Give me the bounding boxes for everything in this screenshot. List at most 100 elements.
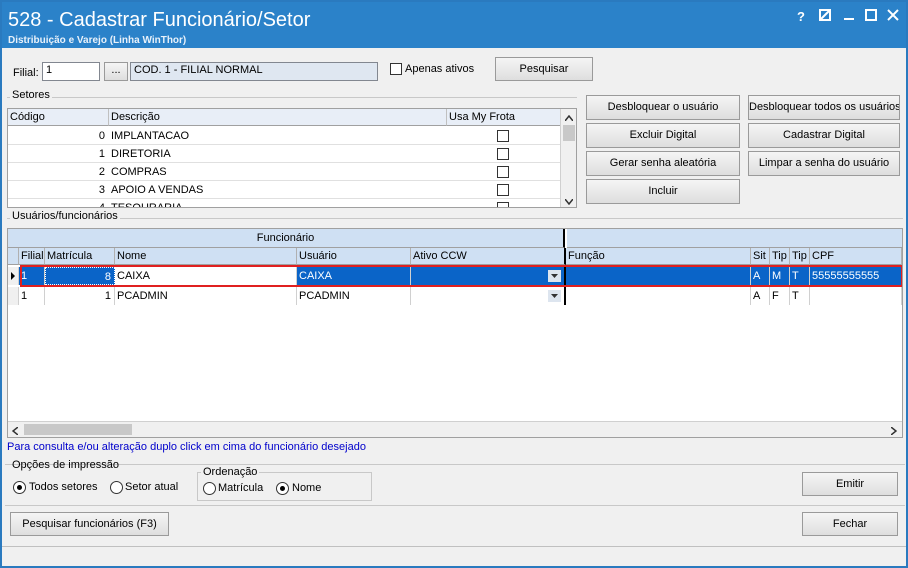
maximize-icon[interactable]	[862, 8, 880, 26]
cell-usuario: PCADMIN	[297, 287, 411, 305]
col-descricao[interactable]: Descrição	[109, 109, 447, 126]
row-indicator-icon	[8, 267, 19, 285]
incluir-button[interactable]: Incluir	[586, 179, 740, 204]
cell-tip1: F	[770, 287, 790, 305]
fechar-button[interactable]: Fechar	[802, 512, 898, 536]
col-filial[interactable]: Filial	[19, 248, 45, 265]
window-title: 528 - Cadastrar Funcionário/Setor	[8, 9, 311, 31]
col-codigo[interactable]: Código	[8, 109, 109, 126]
usuarios-grid[interactable]: Funcionário Filial Matrícula Nome Usuári…	[7, 228, 903, 438]
setor-row[interactable]: 0 IMPLANTACAO	[8, 127, 561, 145]
cell-nome: PCADMIN	[115, 287, 297, 305]
setor-row[interactable]: 1 DIRETORIA	[8, 145, 561, 163]
setor-my-frota-checkbox[interactable]	[497, 130, 509, 142]
scroll-thumb-horizontal[interactable]	[24, 424, 132, 435]
limpar-senha-label: Limpar a senha do usuário	[758, 157, 890, 169]
cell-ativo-ccw[interactable]	[411, 287, 566, 305]
setor-codigo: 3	[98, 184, 105, 196]
band-funcionario: Funcionário	[8, 229, 565, 248]
row-indicator	[8, 287, 19, 305]
scroll-right-icon[interactable]	[890, 426, 898, 437]
scroll-left-icon[interactable]	[11, 426, 19, 437]
col-cpf[interactable]: CPF	[810, 248, 902, 265]
ordenacao-label: Ordenação	[201, 466, 260, 478]
restore-small-icon[interactable]	[816, 8, 834, 26]
gerar-senha-button[interactable]: Gerar senha aleatória	[586, 151, 740, 176]
setor-codigo: 2	[98, 166, 105, 178]
cell-tip2: T	[790, 287, 810, 305]
title-bar[interactable]: 528 - Cadastrar Funcionário/Setor Distri…	[2, 2, 906, 48]
nome-label: Nome	[292, 482, 322, 494]
setor-row[interactable]: 4 TESOURARIA	[8, 199, 561, 208]
setor-descricao: IMPLANTACAO	[111, 130, 190, 142]
filial-input[interactable]: 1	[42, 62, 100, 81]
matricula-radio[interactable]	[203, 482, 216, 495]
col-tip2[interactable]: Tip	[790, 248, 810, 265]
help-icon[interactable]: ?	[792, 8, 810, 26]
ativo-dropdown-icon[interactable]	[548, 290, 561, 302]
desbloquear-todos-label: Desbloquear todos os usuários	[749, 101, 900, 113]
emitir-button[interactable]: Emitir	[802, 472, 898, 496]
usuarios-group-label: Usuários/funcionários	[10, 210, 120, 222]
cadastrar-digital-label: Cadastrar Digital	[783, 129, 865, 141]
col-nome[interactable]: Nome	[115, 248, 297, 265]
apenas-ativos-label: Apenas ativos	[405, 63, 475, 75]
col-funcao[interactable]: Função	[566, 248, 751, 265]
cadastrar-digital-button[interactable]: Cadastrar Digital	[748, 123, 900, 148]
setor-row[interactable]: 3 APOIO A VENDAS	[8, 181, 561, 199]
setor-row[interactable]: 2 COMPRAS	[8, 163, 561, 181]
nome-radio[interactable]	[276, 482, 289, 495]
setores-grid[interactable]: Código Descrição Usa My Frota 0 IMPLANTA…	[7, 108, 577, 208]
limpar-senha-button[interactable]: Limpar a senha do usuário	[748, 151, 900, 176]
col-tip1[interactable]: Tip	[770, 248, 790, 265]
desbloquear-todos-button[interactable]: Desbloquear todos os usuários	[748, 95, 900, 120]
cell-matricula: 1	[45, 287, 115, 305]
setores-vertical-scrollbar[interactable]	[560, 109, 576, 207]
usuarios-group-line	[7, 218, 903, 219]
setor-codigo: 1	[98, 148, 105, 160]
col-usa-my-frota[interactable]: Usa My Frota	[447, 109, 561, 126]
emitir-label: Emitir	[835, 478, 865, 490]
usuarios-horizontal-scrollbar[interactable]	[8, 421, 902, 437]
footer-separator	[5, 505, 905, 506]
highlight-box	[20, 265, 902, 287]
setor-my-frota-checkbox[interactable]	[497, 184, 509, 196]
cell-filial: 1	[19, 287, 45, 305]
band-empty	[567, 229, 902, 248]
desbloquear-usuario-button[interactable]: Desbloquear o usuário	[586, 95, 740, 120]
col-usuario[interactable]: Usuário	[297, 248, 411, 265]
setor-my-frota-checkbox[interactable]	[497, 202, 509, 207]
matricula-label: Matrícula	[218, 482, 264, 494]
excluir-digital-button[interactable]: Excluir Digital	[586, 123, 740, 148]
status-bar	[2, 546, 906, 566]
col-sit[interactable]: Sit	[751, 248, 770, 265]
setor-codigo: 4	[98, 202, 105, 208]
col-matricula[interactable]: Matrícula	[45, 248, 115, 265]
scroll-up-icon[interactable]	[564, 112, 574, 124]
main-window: 528 - Cadastrar Funcionário/Setor Distri…	[0, 0, 908, 568]
pesquisar-funcionarios-label: Pesquisar funcionários (F3)	[22, 518, 157, 530]
minimize-icon[interactable]	[840, 8, 858, 26]
setor-descricao: COMPRAS	[111, 166, 167, 178]
excluir-digital-label: Excluir Digital	[629, 129, 697, 141]
todos-setores-label: Todos setores	[29, 481, 98, 493]
filial-description-field: COD. 1 - FILIAL NORMAL	[130, 62, 378, 81]
setor-my-frota-checkbox[interactable]	[497, 166, 509, 178]
browse-filial-button[interactable]: ...	[104, 62, 128, 81]
setor-my-frota-checkbox[interactable]	[497, 148, 509, 160]
scroll-down-icon[interactable]	[564, 196, 574, 207]
apenas-ativos-checkbox[interactable]	[390, 63, 402, 75]
table-row[interactable]: 1 1 PCADMIN PCADMIN A F T	[8, 287, 902, 305]
close-icon[interactable]	[884, 8, 902, 26]
todos-setores-radio[interactable]	[13, 481, 26, 494]
pesquisar-label: Pesquisar	[519, 63, 569, 75]
scroll-thumb[interactable]	[563, 125, 575, 141]
print-separator	[5, 464, 905, 465]
setor-atual-radio[interactable]	[110, 481, 123, 494]
pesquisar-button[interactable]: Pesquisar	[495, 57, 593, 81]
pesquisar-funcionarios-button[interactable]: Pesquisar funcionários (F3)	[10, 512, 169, 536]
setores-group-label: Setores	[10, 89, 52, 101]
col-ativo-ccw[interactable]: Ativo CCW	[411, 248, 566, 265]
setor-codigo: 0	[98, 130, 105, 142]
opcoes-impressao-label: Opções de impressão	[12, 459, 119, 471]
